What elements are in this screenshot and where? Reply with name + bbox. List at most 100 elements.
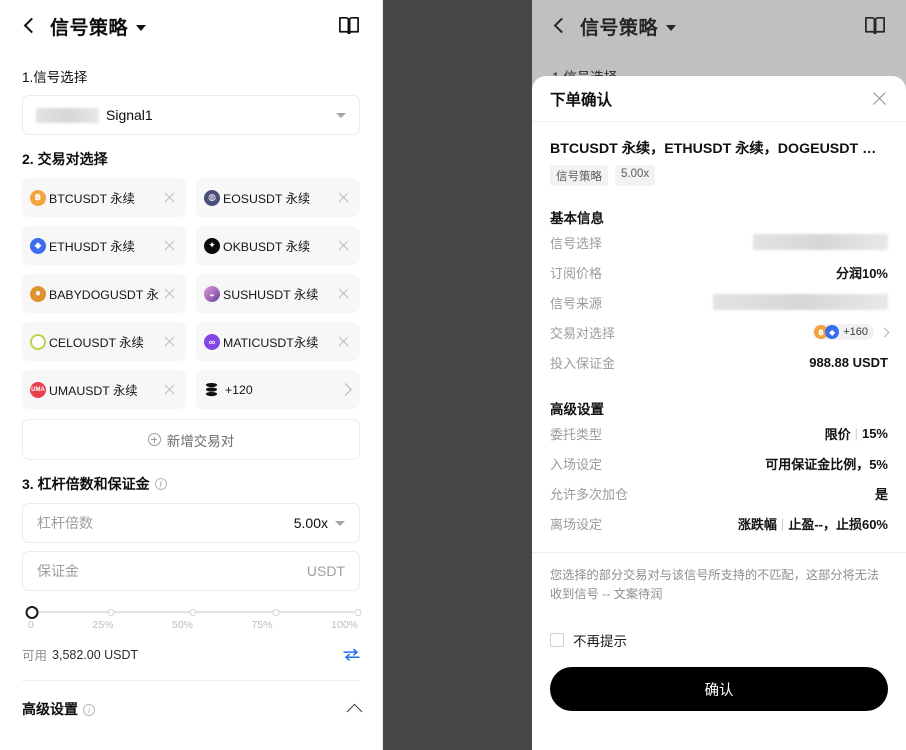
- row-value-primary: 涨跌幅: [737, 516, 777, 532]
- pair-chip[interactable]: CELOUSDT 永续: [22, 322, 186, 361]
- close-icon[interactable]: [871, 90, 888, 107]
- left-panel: 信号策略 1.信号选择 Signal1 2. 交易对选择 ฿ BTCUSDT 永…: [0, 0, 383, 750]
- right-panel: 信号策略 1.信号选择 下单确认 BTCUSDT 永续，ETHUSDT 永续，D…: [532, 0, 906, 750]
- close-icon[interactable]: [337, 287, 350, 300]
- pair-chip[interactable]: ◍ EOSUSDT 永续: [196, 178, 360, 217]
- pair-chip[interactable]: ✦ OKBUSDT 永续: [196, 226, 360, 265]
- row-key: 允许多次加仓: [550, 486, 629, 502]
- more-pairs-chip[interactable]: +120: [196, 370, 360, 409]
- status-badge: 信号策略: [550, 165, 608, 187]
- add-pair-button[interactable]: 新增交易对: [22, 419, 360, 460]
- close-icon[interactable]: [337, 335, 350, 348]
- order-confirm-modal: 下单确认 BTCUSDT 永续，ETHUSDT 永续，DOGEUSDT 永续..…: [532, 76, 906, 750]
- redacted-value: [713, 294, 888, 311]
- warning-text: 您选择的部分交易对与该信号所支持的不匹配，这部分将无法收到信号 -- 文案待润: [550, 568, 880, 602]
- slider-tick-dot: [107, 608, 114, 616]
- info-icon[interactable]: i: [83, 704, 95, 716]
- pair-chip[interactable]: ◆ ETHUSDT 永续: [22, 226, 186, 265]
- stack-icon: [205, 382, 218, 397]
- available-label: 可用: [22, 649, 48, 663]
- dont-show-again-label: 不再提示: [573, 634, 627, 650]
- row-value: [713, 294, 888, 311]
- pair-chip[interactable]: ● BABYDOGUSDT 永续: [22, 274, 186, 313]
- table-row[interactable]: 交易对选择 ฿ ◆ +160: [550, 317, 890, 347]
- book-icon[interactable]: [338, 16, 360, 36]
- table-row: 委托类型 限价 | 15%: [550, 418, 888, 448]
- pair-chip[interactable]: ∞ MATICUSDT永续: [196, 322, 360, 361]
- dont-show-again-row[interactable]: 不再提示: [550, 630, 888, 650]
- row-value-secondary: 15%: [861, 425, 888, 441]
- signal-select[interactable]: Signal1: [22, 95, 360, 135]
- row-value: 988.88 USDT: [809, 354, 888, 370]
- slider-knob[interactable]: [25, 605, 39, 619]
- available-value: 3,582.00 USDT: [52, 647, 139, 662]
- pair-name: ETHUSDT 永续: [49, 239, 135, 254]
- pair-chip[interactable]: ฿ BTCUSDT 永续: [22, 178, 186, 217]
- chevron-down-icon[interactable]: [336, 112, 346, 118]
- chevron-right-icon[interactable]: [339, 383, 352, 396]
- close-icon[interactable]: [163, 287, 176, 300]
- leverage-field[interactable]: 杠杆倍数 5.00x: [22, 503, 360, 543]
- margin-field[interactable]: 保证金 USDT: [22, 551, 360, 591]
- row-value: [753, 234, 888, 251]
- margin-slider[interactable]: 0 25% 50% 75% 100%: [25, 603, 362, 633]
- pair-chip[interactable]: UMA UMAUSDT 永续: [22, 370, 186, 409]
- chevron-down-icon[interactable]: [335, 520, 345, 526]
- advanced-settings-label: 高级设置: [22, 701, 78, 717]
- row-value[interactable]: ฿ ◆ +160: [813, 324, 890, 341]
- value-separator: |: [780, 515, 785, 531]
- divider: [22, 680, 360, 681]
- advanced-settings-row[interactable]: 高级设置 i: [22, 699, 363, 719]
- value-separator: |: [854, 425, 858, 441]
- leverage-badge: 5.00x: [615, 165, 656, 187]
- chevron-up-icon[interactable]: [346, 703, 363, 719]
- close-icon[interactable]: [337, 191, 350, 204]
- row-value: 是: [874, 486, 888, 502]
- coin-icon: UMA: [30, 381, 46, 398]
- slider-tick-dot: [189, 608, 197, 616]
- row-key: 交易对选择: [550, 325, 616, 341]
- pair-name: CELOUSDT 永续: [49, 335, 144, 350]
- swap-icon[interactable]: [343, 648, 360, 661]
- pair-name: UMAUSDT 永续: [49, 383, 138, 398]
- caret-down-icon[interactable]: [136, 24, 147, 31]
- margin-input[interactable]: 保证金: [37, 561, 307, 581]
- row-key: 订阅价格: [550, 265, 603, 281]
- chevron-right-icon[interactable]: [879, 327, 890, 338]
- pair-name: SUSHUSDT 永续: [223, 287, 319, 302]
- confirm-button[interactable]: 确认: [550, 667, 888, 712]
- modal-tags: 信号策略 5.00x: [550, 165, 888, 187]
- row-key: 委托类型: [550, 426, 603, 442]
- close-icon[interactable]: [163, 383, 176, 396]
- more-pairs-label: +120: [225, 382, 253, 397]
- dont-show-again-checkbox[interactable]: [550, 633, 564, 648]
- back-chevron-icon[interactable]: [22, 19, 36, 33]
- divider: [532, 552, 906, 554]
- coin-icon: [30, 333, 46, 350]
- coin-icon: ฿: [30, 189, 46, 206]
- pair-chip[interactable]: ◒ SUSHUSDT 永续: [196, 274, 360, 313]
- step2-label: 2. 交易对选择: [22, 151, 108, 167]
- leverage-label: 杠杆倍数: [37, 515, 93, 531]
- close-icon[interactable]: [163, 191, 176, 204]
- row-value: 限价 | 15%: [825, 424, 888, 443]
- coin-icon: ✦: [204, 237, 220, 254]
- close-icon[interactable]: [337, 239, 350, 252]
- slider-tick-dot: [354, 608, 362, 616]
- close-icon[interactable]: [163, 239, 176, 252]
- table-row: 允许多次加仓 是: [550, 478, 888, 508]
- slider-tick-label: 100%: [331, 619, 358, 631]
- table-row: 离场设定 涨跌幅 | 止盈--，止损60%: [550, 508, 888, 538]
- slider-tick-label: 25%: [92, 619, 114, 631]
- table-row: 投入保证金 988.88 USDT: [550, 347, 888, 377]
- coin-icon: ∞: [204, 333, 220, 350]
- pair-name: OKBUSDT 永续: [223, 239, 311, 254]
- row-value: 分润10%: [835, 265, 888, 281]
- row-key: 投入保证金: [550, 355, 616, 371]
- close-icon[interactable]: [163, 335, 176, 348]
- trading-pairs-grid: ฿ BTCUSDT 永续 ◍ EOSUSDT 永续 ◆ ETHUSDT 永续 ✦…: [22, 178, 360, 409]
- coin-icon: ◆: [825, 325, 840, 340]
- info-icon[interactable]: i: [154, 478, 167, 490]
- slider-tick-label: 0: [28, 619, 34, 631]
- slider-tick-label: 75%: [251, 619, 273, 631]
